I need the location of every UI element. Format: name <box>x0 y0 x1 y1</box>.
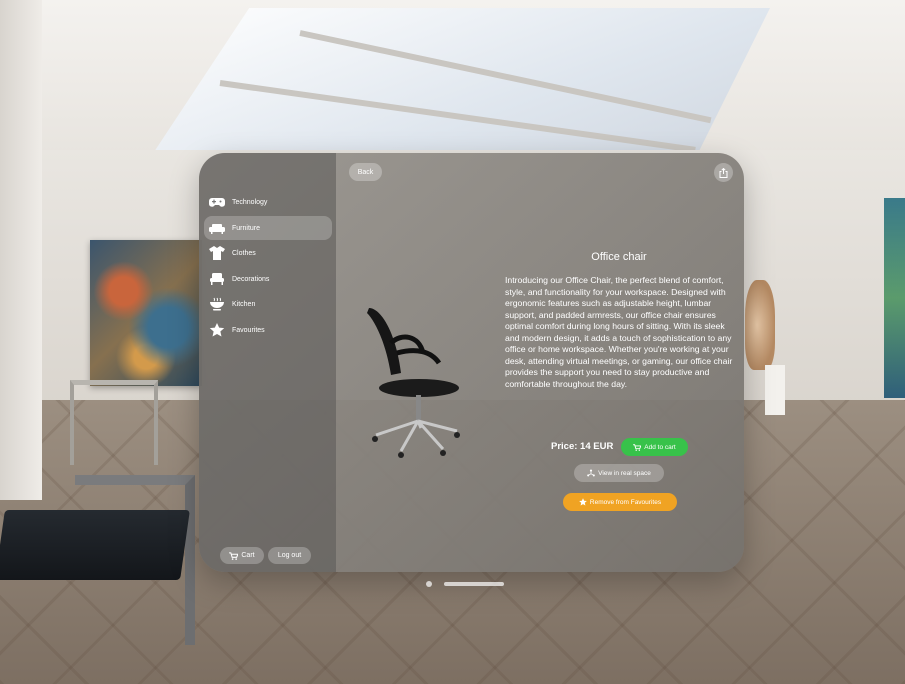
chair-icon <box>208 272 226 286</box>
cart-icon <box>229 551 239 560</box>
back-button[interactable]: Back <box>349 163 382 181</box>
sidebar-item-furniture[interactable]: Furniture <box>204 216 332 240</box>
gamepad-icon <box>208 195 226 209</box>
share-button[interactable] <box>714 163 733 182</box>
add-to-cart-button[interactable]: Add to cart <box>621 438 688 456</box>
star-icon <box>579 498 587 506</box>
abstract-painting <box>90 240 202 386</box>
vase-sculpture <box>745 280 775 370</box>
sofa-icon <box>208 221 226 235</box>
logout-button-label: Log out <box>277 552 302 559</box>
window-close-dot[interactable] <box>426 581 432 587</box>
sidebar-item-label: Furniture <box>232 224 261 232</box>
shop-window: Technology Furniture Clothes Decorations… <box>199 153 744 572</box>
side-table <box>70 380 158 465</box>
bowl-icon <box>208 297 226 311</box>
view-in-real-space-button[interactable]: View in real space <box>574 464 664 482</box>
bench <box>0 470 200 645</box>
cart-button[interactable]: Cart <box>220 547 264 564</box>
shirt-icon <box>208 246 226 260</box>
view-in-real-space-label: View in real space <box>598 469 651 477</box>
star-icon <box>208 323 226 337</box>
cart-icon <box>633 443 642 451</box>
sidebar-item-decorations[interactable]: Decorations <box>204 267 332 291</box>
back-button-label: Back <box>357 168 374 176</box>
logout-button[interactable]: Log out <box>268 547 311 564</box>
cart-button-label: Cart <box>241 552 255 559</box>
product-price: Price: 14 EUR <box>551 441 614 452</box>
product-title: Office chair <box>591 251 647 263</box>
window-grab-bar[interactable] <box>444 582 504 586</box>
sidebar-item-label: Kitchen <box>232 300 256 308</box>
remove-from-favourites-button[interactable]: Remove from Favourites <box>563 493 677 511</box>
pedestal <box>765 365 785 415</box>
office-chair-image <box>367 308 460 458</box>
sidebar: Technology Furniture Clothes Decorations… <box>199 153 336 572</box>
sidebar-item-favourites[interactable]: Favourites <box>204 318 332 342</box>
sidebar-item-clothes[interactable]: Clothes <box>204 241 332 265</box>
sidebar-item-label: Favourites <box>232 326 265 334</box>
sidebar-item-label: Technology <box>232 198 268 206</box>
ar-icon <box>587 469 596 477</box>
add-to-cart-label: Add to cart <box>644 443 676 451</box>
painting-right <box>884 198 905 398</box>
pillar <box>0 0 42 500</box>
sidebar-item-kitchen[interactable]: Kitchen <box>204 292 332 316</box>
sidebar-item-label: Decorations <box>232 275 270 283</box>
sidebar-item-technology[interactable]: Technology <box>204 190 332 214</box>
remove-from-favourites-label: Remove from Favourites <box>589 498 662 506</box>
sidebar-item-label: Clothes <box>232 249 256 257</box>
share-icon <box>719 167 728 178</box>
bench-seat <box>0 510 190 580</box>
product-description: Introducing our Office Chair, the perfec… <box>505 275 733 389</box>
